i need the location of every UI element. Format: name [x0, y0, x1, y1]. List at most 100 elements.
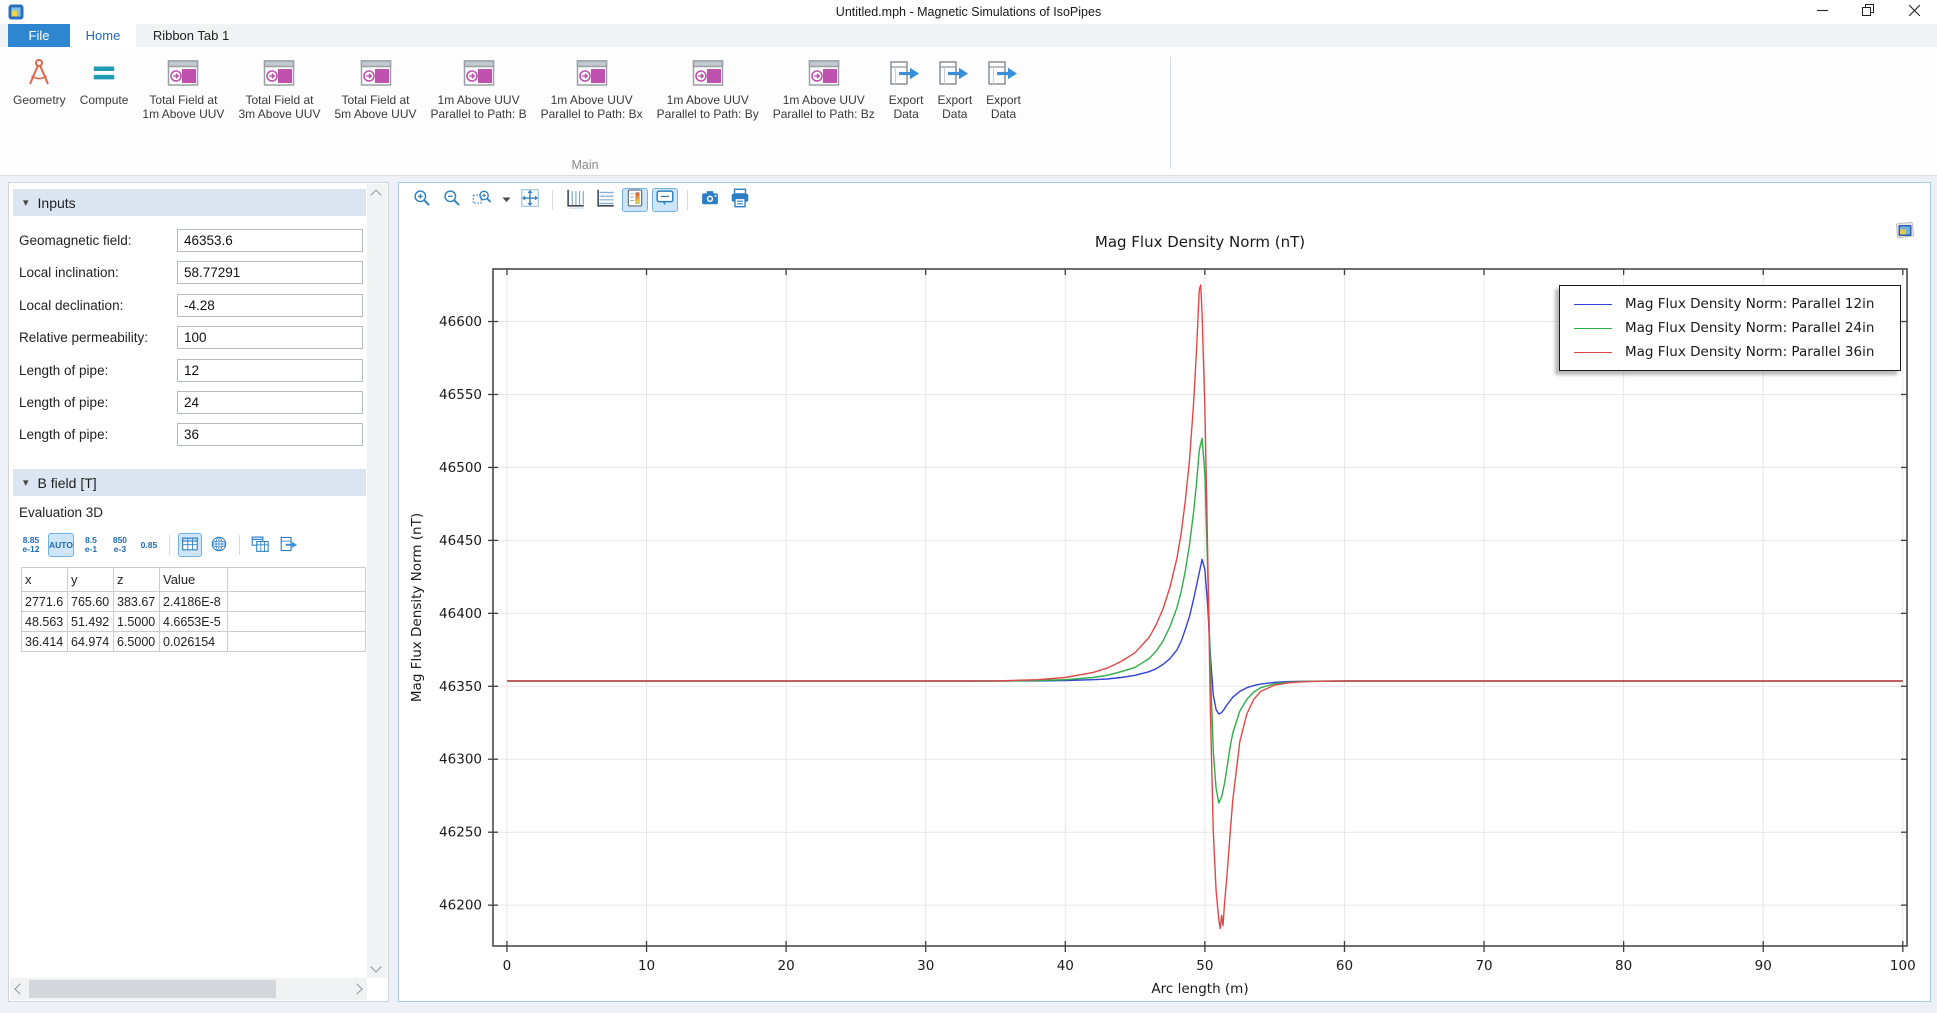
table-row[interactable]: 2771.6765.60383.672.4186E-8: [22, 592, 366, 612]
legend-entry: Mag Flux Density Norm: Parallel 24in: [1560, 316, 1900, 340]
plot-tooltip-button[interactable]: [652, 188, 678, 212]
table-cell[interactable]: 0.026154: [160, 632, 228, 652]
field-input[interactable]: [177, 326, 363, 349]
print-button[interactable]: [727, 188, 753, 212]
print-icon: [729, 187, 751, 214]
y-axis-label: Mag Flux Density Norm (nT): [409, 513, 425, 702]
total-field-5m-button[interactable]: Total Field at 5m Above UUV: [327, 55, 423, 124]
close-button[interactable]: [1891, 0, 1937, 24]
legend-entry: Mag Flux Density Norm: Parallel 12in: [1560, 292, 1900, 316]
parallel-path-b-button[interactable]: 1m Above UUV Parallel to Path: B: [424, 55, 534, 124]
table-cell[interactable]: 2.4186E-8: [160, 592, 228, 612]
legend-line-sample: [1574, 304, 1612, 305]
field-input[interactable]: [177, 229, 363, 252]
format-label: e-12: [22, 545, 39, 554]
zoom-box-button[interactable]: [469, 188, 495, 212]
compass-icon: [23, 57, 55, 89]
format-engineering-milli-button[interactable]: 850e-3: [108, 533, 132, 557]
export-icon: [987, 57, 1021, 89]
scroll-right-icon[interactable]: [351, 983, 362, 994]
results-table: xyzValue2771.6765.60383.672.4186E-848.56…: [21, 567, 366, 652]
zoom-out-icon: [442, 188, 462, 213]
minimize-button[interactable]: [1799, 0, 1845, 24]
table-cell[interactable]: 383.67: [114, 592, 160, 612]
format-scientific-button[interactable]: 8.85e-12: [19, 533, 43, 557]
scroll-left-icon[interactable]: [14, 983, 25, 994]
table-window-button[interactable]: [248, 533, 272, 557]
scroll-down-icon[interactable]: [370, 961, 381, 972]
table-cell[interactable]: 6.5000: [114, 632, 160, 652]
scrollbar-thumb[interactable]: [29, 980, 276, 998]
table-cell[interactable]: 36.414: [22, 632, 68, 652]
format-decimal-button[interactable]: 0.85: [137, 533, 161, 557]
equals-icon: [89, 57, 119, 89]
x-axis-grid-button[interactable]: [592, 188, 618, 212]
table-row[interactable]: 36.41464.9746.50000.026154: [22, 632, 366, 652]
table-header-cell[interactable]: y: [68, 568, 114, 592]
plot-window-icon: [808, 57, 840, 89]
x-tick-label: 100: [1890, 958, 1916, 974]
export-data-button-1[interactable]: Export Data: [882, 55, 931, 124]
compute-button[interactable]: Compute: [73, 55, 136, 109]
format-engineering-button[interactable]: 8.5e-1: [79, 533, 103, 557]
ribbon-group-label: Main: [0, 158, 1170, 172]
table-row[interactable]: 48.56351.4921.50004.6653E-5: [22, 612, 366, 632]
export-icon: [889, 57, 923, 89]
ribbon-button-label: Geometry: [13, 93, 66, 107]
field-input[interactable]: [177, 261, 363, 284]
zoom-out-button[interactable]: [439, 188, 465, 212]
table-cell[interactable]: 64.974: [68, 632, 114, 652]
format-label: e-1: [85, 545, 97, 554]
sidebar-horizontal-scrollbar[interactable]: [10, 978, 367, 1000]
parallel-path-bz-button[interactable]: 1m Above UUV Parallel to Path: Bz: [766, 55, 882, 124]
table-header-cell[interactable]: x: [22, 568, 68, 592]
scroll-up-icon[interactable]: [370, 189, 381, 200]
full-precision-button[interactable]: [178, 533, 202, 557]
plot-window-float-icon[interactable]: [1894, 221, 1916, 241]
geometry-button[interactable]: Geometry: [6, 55, 73, 109]
image-snapshot-button[interactable]: [697, 188, 723, 212]
export-data-button-3[interactable]: Export Data: [979, 55, 1028, 124]
table-cell[interactable]: 48.563: [22, 612, 68, 632]
tab-ribbon-tab-1[interactable]: Ribbon Tab 1: [136, 24, 246, 47]
total-field-1m-button[interactable]: Total Field at 1m Above UUV: [135, 55, 231, 124]
table-header-cell[interactable]: z: [114, 568, 160, 592]
table-cell[interactable]: 4.6653E-5: [160, 612, 228, 632]
x-tick-label: 70: [1475, 958, 1492, 974]
field-input[interactable]: [177, 359, 363, 382]
format-automatic-button[interactable]: AUTO: [48, 533, 74, 557]
export-data-button-2[interactable]: Export Data: [930, 55, 979, 124]
input-field-row: Local inclination:: [9, 261, 366, 285]
zoom-in-button[interactable]: [409, 188, 435, 212]
spherical-button[interactable]: [207, 533, 231, 557]
inputs-section-header[interactable]: ▾ Inputs: [13, 189, 366, 216]
tab-file[interactable]: File: [8, 24, 70, 47]
table-header-cell[interactable]: Value: [160, 568, 228, 592]
chart-title: Mag Flux Density Norm (nT): [1095, 233, 1305, 251]
color-legend-button[interactable]: [622, 188, 648, 212]
export-table-button[interactable]: [277, 533, 301, 557]
tab-home[interactable]: Home: [70, 24, 136, 47]
input-field-row: Length of pipe:: [9, 391, 366, 415]
field-input[interactable]: [177, 294, 363, 317]
table-cell[interactable]: 765.60: [68, 592, 114, 612]
input-field-row: Length of pipe:: [9, 359, 366, 383]
parallel-path-by-button[interactable]: 1m Above UUV Parallel to Path: By: [650, 55, 766, 124]
y-axis-grid-button[interactable]: [562, 188, 588, 212]
bfield-section-header[interactable]: ▾ B field [T]: [13, 469, 366, 496]
field-label: Length of pipe:: [19, 395, 108, 410]
sidebar-vertical-scrollbar[interactable]: [367, 184, 387, 978]
table-cell[interactable]: 1.5000: [114, 612, 160, 632]
table-cell[interactable]: 51.492: [68, 612, 114, 632]
total-field-3m-button[interactable]: Total Field at 3m Above UUV: [231, 55, 327, 124]
caret-down-icon[interactable]: [499, 197, 513, 203]
field-input[interactable]: [177, 423, 363, 446]
table-cell: [228, 632, 366, 652]
parallel-path-bx-button[interactable]: 1m Above UUV Parallel to Path: Bx: [534, 55, 650, 124]
x-tick-label: 50: [1196, 958, 1213, 974]
zoom-extents-button[interactable]: [517, 188, 543, 212]
restore-button[interactable]: [1845, 0, 1891, 24]
field-input[interactable]: [177, 391, 363, 414]
plot-window-icon: [263, 57, 295, 89]
table-cell[interactable]: 2771.6: [22, 592, 68, 612]
